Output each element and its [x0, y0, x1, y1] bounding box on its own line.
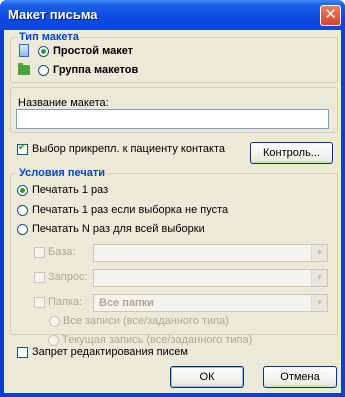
template-type-label: Тип макета — [17, 31, 81, 43]
simple-template-label[interactable]: Простой макет — [53, 45, 133, 58]
all-records-label: Все записи (все/заданного типа) — [63, 315, 229, 327]
folder-icon — [18, 63, 30, 75]
folder-select-value: Все папки — [99, 297, 154, 309]
print-n-times-label[interactable]: Печатать N раз для всей выборки — [32, 223, 205, 236]
print-conditions-group: Условия печати Печатать 1 раз Печатать 1… — [10, 167, 338, 335]
print-conditions-label: Условия печати — [17, 167, 107, 179]
title-bar[interactable]: Макет письма ✕ — [0, 0, 345, 30]
cancel-button[interactable]: Отмена — [263, 366, 337, 388]
template-group-radio[interactable] — [38, 65, 49, 76]
chevron-down-icon[interactable]: ▼ — [311, 270, 327, 286]
template-name-input[interactable] — [16, 109, 329, 129]
query-select[interactable]: ▼ — [93, 269, 328, 287]
all-records-radio[interactable] — [49, 316, 60, 327]
template-type-group: Тип макета Простой макет Группа макетов — [10, 31, 338, 83]
dialog-window: Макет письма ✕ Тип макета Простой макет … — [0, 0, 345, 397]
current-record-radio[interactable] — [48, 335, 59, 346]
folder-checkbox[interactable] — [34, 297, 45, 308]
attach-contact-checkbox[interactable] — [17, 142, 28, 155]
forbid-edit-label[interactable]: Запрет редактирования писем — [32, 346, 188, 359]
template-name-group: Название макета: — [10, 87, 338, 133]
close-button[interactable]: ✕ — [320, 5, 341, 26]
folder-select[interactable]: Все папки ▼ — [93, 294, 328, 312]
control-button[interactable]: Контроль... — [250, 142, 333, 164]
chevron-down-icon[interactable]: ▼ — [311, 245, 327, 261]
template-group-label[interactable]: Группа макетов — [53, 64, 138, 77]
base-checkbox[interactable] — [34, 247, 45, 258]
base-label: База: — [48, 246, 76, 258]
forbid-edit-checkbox[interactable] — [17, 347, 28, 358]
chevron-down-icon[interactable]: ▼ — [311, 295, 327, 311]
base-select[interactable]: ▼ — [93, 244, 328, 262]
ok-button[interactable]: ОК — [170, 366, 244, 388]
query-checkbox[interactable] — [34, 272, 45, 283]
dialog-body: Тип макета Простой макет Группа макетов … — [4, 30, 341, 393]
attach-contact-label[interactable]: Выбор прикрепл. к пациенту контакта — [32, 143, 225, 156]
window-title: Макет письма — [8, 7, 98, 22]
simple-template-radio[interactable] — [38, 46, 49, 57]
document-icon — [19, 44, 29, 57]
print-once-label[interactable]: Печатать 1 раз — [32, 184, 108, 197]
query-label: Запрос: — [48, 271, 88, 283]
print-once-nonempty-radio[interactable] — [17, 205, 28, 216]
folder-label: Папка: — [48, 296, 83, 308]
print-once-nonempty-label[interactable]: Печатать 1 раз если выборка не пуста — [32, 204, 228, 217]
print-once-radio[interactable] — [17, 185, 28, 196]
print-n-times-radio[interactable] — [17, 224, 28, 235]
